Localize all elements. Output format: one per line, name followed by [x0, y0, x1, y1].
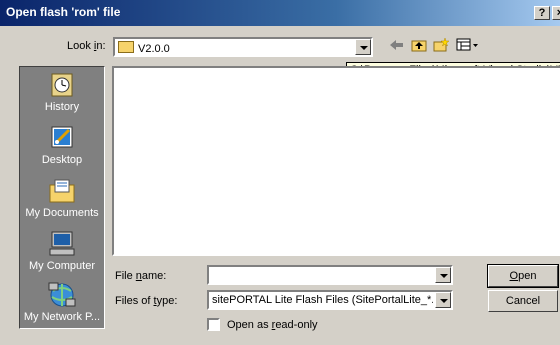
- folder-icon: [118, 41, 134, 53]
- close-button[interactable]: ×: [552, 6, 560, 20]
- my-computer-icon: [47, 230, 77, 258]
- back-icon[interactable]: [388, 38, 406, 56]
- open-button[interactable]: Open: [487, 264, 559, 288]
- places-bar: History Desktop My Documents My Computer…: [19, 66, 105, 329]
- files-of-type-dropdown[interactable]: sitePORTAL Lite Flash Files (SitePortalL…: [207, 290, 453, 310]
- view-menu-icon[interactable]: [455, 38, 481, 56]
- places-label: My Network P...: [23, 311, 101, 323]
- chevron-down-icon[interactable]: [435, 267, 451, 283]
- read-only-checkbox[interactable]: [207, 318, 220, 331]
- desktop-icon: [47, 124, 77, 152]
- places-my-network-places[interactable]: My Network P...: [20, 281, 104, 323]
- places-label: My Documents: [25, 207, 99, 219]
- look-in-value: V2.0.0: [138, 43, 170, 55]
- up-one-level-icon[interactable]: [410, 38, 428, 56]
- new-folder-icon[interactable]: [432, 37, 450, 56]
- history-icon: [47, 71, 77, 99]
- places-history[interactable]: History: [20, 71, 104, 113]
- places-label: History: [44, 101, 80, 113]
- files-of-type-label: Files of type:: [115, 295, 178, 307]
- cancel-button[interactable]: Cancel: [488, 290, 558, 312]
- help-button[interactable]: ?: [534, 6, 550, 20]
- places-label: Desktop: [41, 154, 83, 166]
- my-documents-icon: [47, 177, 77, 205]
- window-title: Open flash 'rom' file: [6, 5, 121, 19]
- places-my-documents[interactable]: My Documents: [20, 177, 104, 219]
- look-in-dropdown[interactable]: V2.0.0: [113, 37, 373, 57]
- places-desktop[interactable]: Desktop: [20, 124, 104, 166]
- read-only-label: Open as read-only: [227, 319, 318, 331]
- look-in-label: Look in:: [67, 40, 106, 52]
- chevron-down-icon: [355, 39, 371, 55]
- my-network-places-icon: [47, 281, 77, 309]
- file-list[interactable]: [112, 66, 560, 256]
- file-name-label: File name:: [115, 270, 167, 282]
- places-my-computer[interactable]: My Computer: [20, 230, 104, 272]
- places-label: My Computer: [28, 260, 96, 272]
- title-bar: Open flash 'rom' file ? ×: [0, 0, 560, 26]
- file-name-input[interactable]: [207, 265, 453, 285]
- chevron-down-icon[interactable]: [435, 292, 451, 308]
